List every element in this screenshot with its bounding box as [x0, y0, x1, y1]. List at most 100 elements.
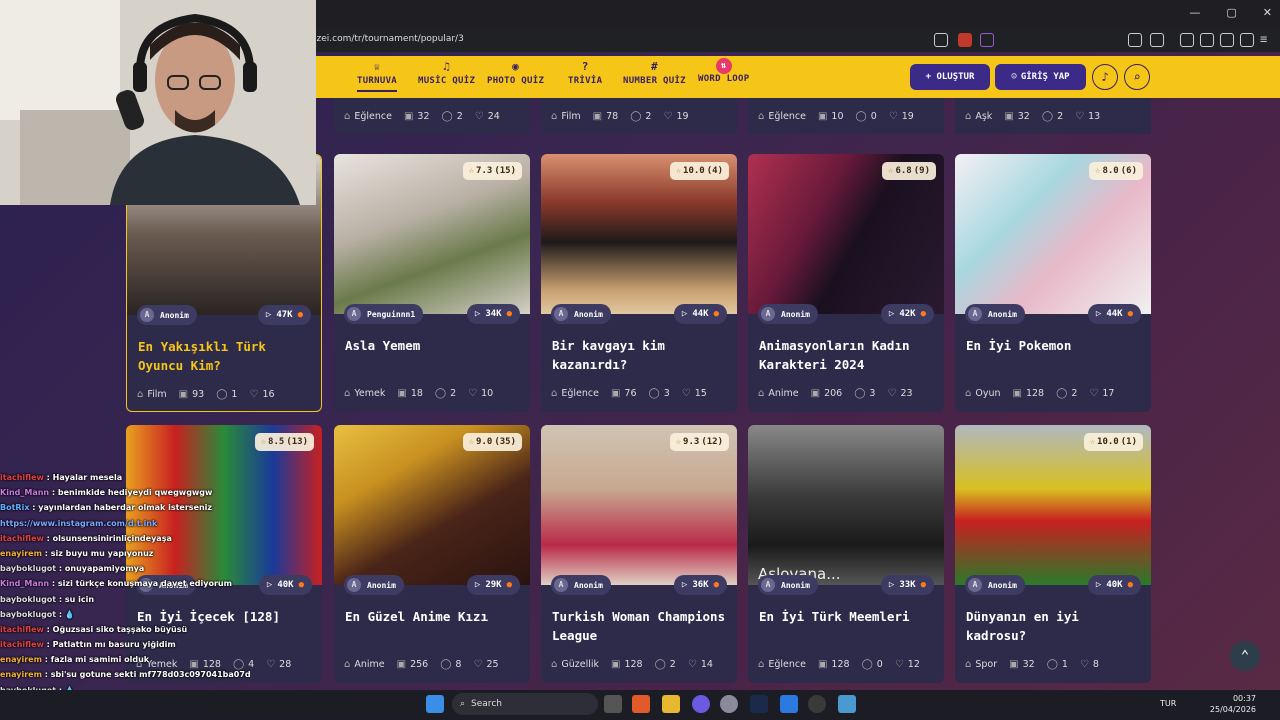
tournament-card[interactable]: ☆ 10.0 (1) A Anonim ▷ 40K ● Dünyanın en iyi k…: [955, 425, 1151, 683]
chat-username[interactable]: Kind_Mann: [0, 488, 49, 497]
search-icon[interactable]: ⌕: [1124, 64, 1150, 90]
heart-icon[interactable]: ♡: [1089, 388, 1098, 399]
task-view-icon[interactable]: [604, 695, 622, 713]
sidebar-icon[interactable]: [1180, 33, 1194, 47]
tabs-icon[interactable]: [1150, 33, 1164, 47]
brave-rewards-icon[interactable]: [980, 33, 994, 47]
nav-item-number-quiz[interactable]: # NUMBER QUİZ: [623, 60, 686, 86]
chat-username[interactable]: BotRix: [0, 503, 29, 512]
tournament-card[interactable]: ☆ 9.3 (12) A Anonim ▷ 36K ● Turkish Woman Cha…: [541, 425, 737, 683]
card-title[interactable]: Asla Yemem: [345, 336, 521, 355]
app-icon[interactable]: [838, 695, 856, 713]
chat-username[interactable]: bayboklugot: [0, 610, 56, 619]
heart-icon[interactable]: ♡: [682, 388, 691, 399]
language-indicator[interactable]: TUR: [1160, 699, 1176, 708]
tournament-card-partial[interactable]: ⌂ Eğlence ▣ 32 ◯ 2 ♡ 24: [334, 98, 530, 134]
author-badge[interactable]: A Anonim: [344, 575, 404, 595]
chat-username[interactable]: itachiflew: [0, 625, 44, 634]
notification-bell-icon[interactable]: ♪: [1092, 64, 1118, 90]
tournament-card[interactable]: ☆ 8.0 (6) A Anonim ▷ 44K ● En İyi Pokemon ⌂ Oy…: [955, 154, 1151, 412]
author-badge[interactable]: A Penguinnn1: [344, 304, 424, 324]
card-category: Spor: [975, 659, 998, 670]
chat-username[interactable]: bayboklugot: [0, 564, 56, 573]
author-badge[interactable]: A Anonim: [965, 575, 1025, 595]
nav-item-photo-quiz[interactable]: ◉ PHOTO QUİZ: [487, 60, 544, 86]
card-title[interactable]: En Yakışıklı Türk Oyuncu Kim?: [138, 337, 314, 375]
items-icon: ▣: [611, 659, 621, 670]
star-icon: ☆: [675, 166, 682, 176]
tournament-card-partial[interactable]: ⌂ Eğlence ▣ 10 ◯ 0 ♡ 19: [748, 98, 944, 134]
heart-icon[interactable]: ♡: [887, 388, 896, 399]
scroll-to-top-button[interactable]: ⌃: [1230, 641, 1260, 671]
nav-item-word-loop[interactable]: ⇅ WORD LOOP: [698, 58, 749, 84]
author-badge[interactable]: A Anonim: [137, 305, 197, 325]
author-badge[interactable]: A Anonim: [551, 575, 611, 595]
share-icon[interactable]: [934, 33, 948, 47]
chat-username[interactable]: bayboklugot: [0, 595, 56, 604]
rating-value: 10.0: [683, 166, 705, 176]
comment-icon: ◯: [440, 659, 452, 670]
author-badge[interactable]: A Anonim: [965, 304, 1025, 324]
file-explorer-icon[interactable]: [662, 695, 680, 713]
nav-item-trivia[interactable]: ? TRİVİA: [568, 60, 602, 86]
author-badge[interactable]: A Anonim: [758, 575, 818, 595]
card-title[interactable]: Dünyanın en iyi kadrosu?: [966, 607, 1142, 645]
author-badge[interactable]: A Anonim: [758, 304, 818, 324]
login-button[interactable]: ☺ GİRİŞ YAP: [995, 64, 1086, 90]
maximize-button[interactable]: ▢: [1226, 6, 1236, 19]
heart-icon[interactable]: ♡: [266, 659, 275, 670]
nav-item-music-quiz[interactable]: ♫ MUSİC QUİZ: [418, 60, 475, 86]
app-icon[interactable]: [780, 695, 798, 713]
vpn-icon[interactable]: [1240, 33, 1254, 47]
system-clock[interactable]: 00:37 25/04/2026: [1210, 693, 1256, 715]
chat-username[interactable]: itachiflew: [0, 640, 44, 649]
heart-icon[interactable]: ♡: [468, 388, 477, 399]
close-button[interactable]: ✕: [1263, 6, 1272, 19]
chat-username[interactable]: itachiflew: [0, 534, 44, 543]
chat-username[interactable]: enayirem: [0, 655, 42, 664]
heart-icon[interactable]: ♡: [473, 659, 482, 670]
tournament-card-partial[interactable]: ⌂ Aşk ▣ 32 ◯ 2 ♡ 13: [955, 98, 1151, 134]
url-text[interactable]: izei.com/tr/tournament/popular/3: [314, 34, 464, 44]
settings-gear-icon[interactable]: [720, 695, 738, 713]
start-icon[interactable]: [426, 695, 444, 713]
tournament-card[interactable]: ☆ 6.8 (9) A Anonim ▷ 42K ● Animasyonların Kad…: [748, 154, 944, 412]
menu-icon[interactable]: ≡: [1260, 33, 1274, 47]
card-title[interactable]: En İyi Türk Meemleri: [759, 607, 935, 626]
tournament-card[interactable]: ☆ 9.0 (35) A Anonim ▷ 29K ● En Güzel Anime Kı…: [334, 425, 530, 683]
chat-username[interactable]: enayirem: [0, 670, 42, 679]
card-title[interactable]: Bir kavgayı kim kazanırdı?: [552, 336, 728, 374]
create-button[interactable]: + OLUŞTUR: [910, 64, 990, 90]
tournament-card[interactable]: ☆ 7.3 (15) A Penguinnn1 ▷ 34K ● Asla Yemem ⌂ Y…: [334, 154, 530, 412]
steam-icon[interactable]: [750, 695, 768, 713]
card-thumbnail[interactable]: [748, 425, 944, 585]
card-title[interactable]: En Güzel Anime Kızı: [345, 607, 521, 626]
brave-shield-icon[interactable]: [958, 33, 972, 47]
minimize-button[interactable]: —: [1189, 6, 1200, 19]
card-title[interactable]: Animasyonların Kadın Karakteri 2024: [759, 336, 935, 374]
heart-icon[interactable]: ♡: [688, 659, 697, 670]
wallet-icon[interactable]: [1200, 33, 1214, 47]
tournament-card-partial[interactable]: ⌂ Film ▣ 78 ◯ 2 ♡ 19: [541, 98, 737, 134]
leo-icon[interactable]: [1220, 33, 1234, 47]
obs-icon[interactable]: [808, 695, 826, 713]
chat-username[interactable]: Kind_Mann: [0, 579, 49, 588]
card-title[interactable]: En İyi Pokemon: [966, 336, 1142, 355]
tournament-card[interactable]: ☆ 10.0 (4) A Anonim ▷ 44K ● Bir kavgayı kim k…: [541, 154, 737, 412]
heart-icon[interactable]: ♡: [895, 659, 904, 670]
tournament-card[interactable]: Aslovana... A Anonim ▷ 33K ● En İyi Türk Me…: [748, 425, 944, 683]
heart-icon[interactable]: ♡: [249, 389, 258, 400]
taskbar-search[interactable]: ⌕ Search: [452, 693, 598, 715]
author-badge[interactable]: A Anonim: [551, 304, 611, 324]
chat-username[interactable]: enayirem: [0, 549, 42, 558]
nav-item-turnuva[interactable]: ♕ TURNUVA: [357, 60, 397, 86]
card-likes: 25: [486, 659, 499, 670]
heart-icon[interactable]: ♡: [1080, 659, 1089, 670]
card-likes: 19: [676, 111, 689, 122]
brave-browser-icon[interactable]: [632, 695, 650, 713]
extensions-icon[interactable]: [1128, 33, 1142, 47]
chat-message: enayirem : siz buyu mu yapıyonuz: [0, 548, 154, 558]
discord-icon[interactable]: [692, 695, 710, 713]
chat-username[interactable]: itachiflew: [0, 473, 44, 482]
card-title[interactable]: Turkish Woman Champions League: [552, 607, 728, 645]
